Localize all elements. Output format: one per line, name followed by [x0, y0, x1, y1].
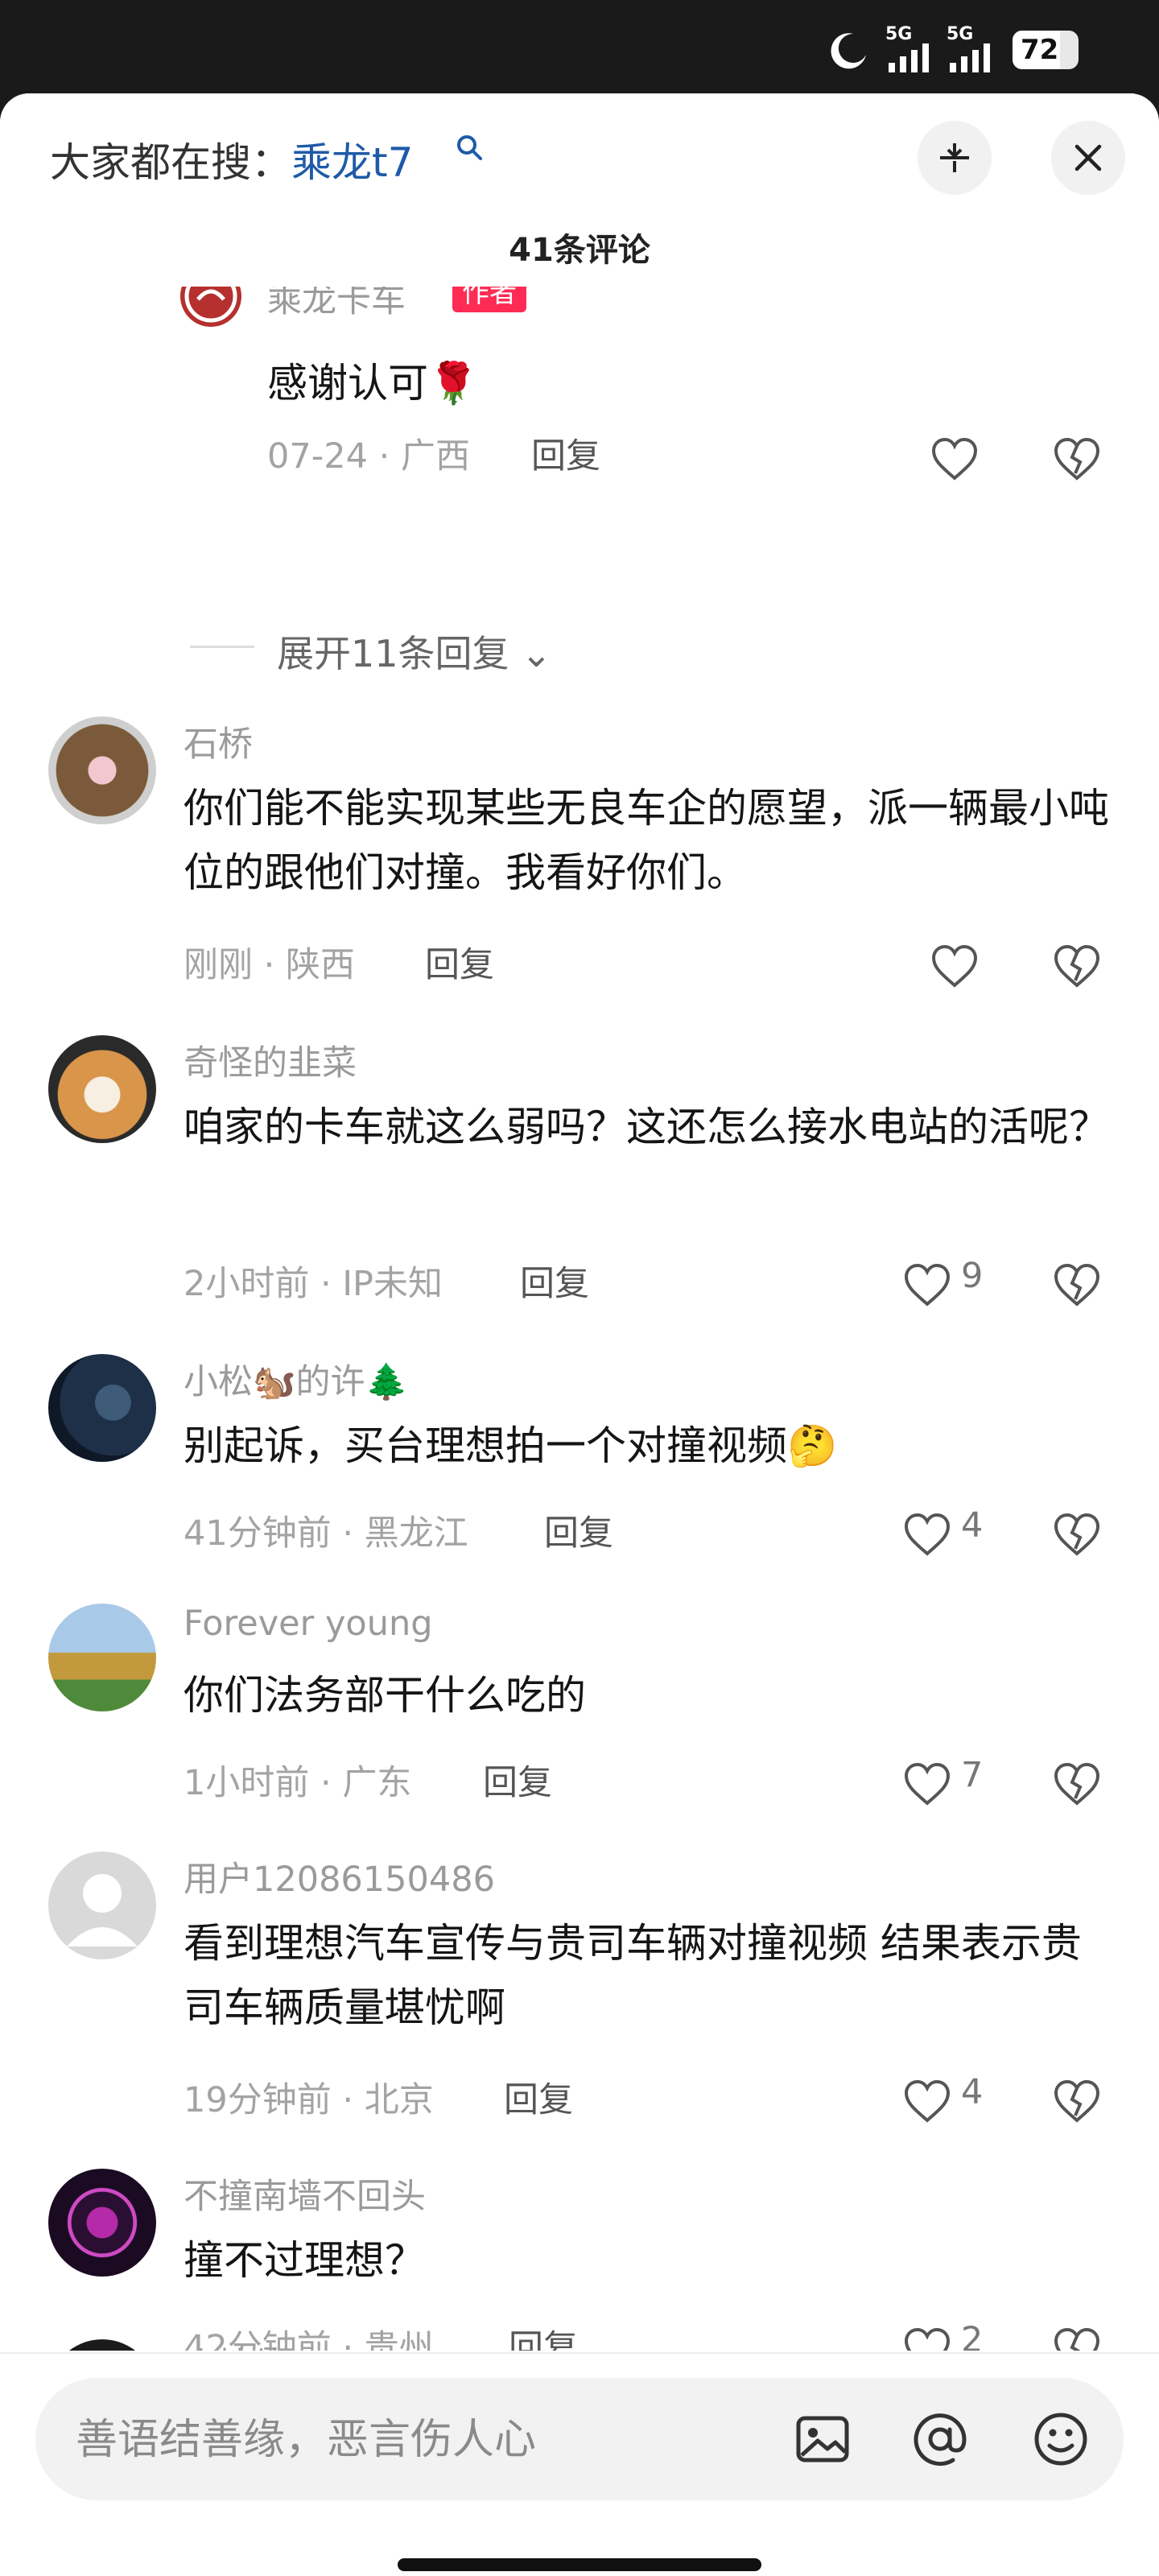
comment-meta: 07-24 · 广西 — [267, 436, 470, 477]
home-indicator — [398, 2558, 761, 2571]
username[interactable]: 小情绪 — [184, 2338, 287, 2351]
username[interactable]: 小松🐿️的许🌲 — [184, 1354, 408, 1404]
default-avatar-icon — [67, 1874, 138, 1946]
status-bar: 5G 5G 72 — [0, 0, 1159, 93]
comment-meta: 2小时前 · IP未知 — [184, 1264, 443, 1304]
dislike-icon[interactable] — [1053, 943, 1101, 989]
username[interactable]: Forever young — [184, 1604, 433, 1644]
reply-button[interactable]: 回复 — [504, 2072, 573, 2122]
comment-meta: 19分钟前 · 北京 — [184, 2080, 434, 2120]
comment-meta: 1小时前 · 广东 — [184, 1763, 412, 1803]
dislike-icon[interactable] — [1053, 436, 1101, 481]
comment-item: 石桥 你们能不能实现某些无良车企的愿望，派一辆最小吨位的跟他们对撞。我看好你们。… — [0, 716, 1159, 998]
avatar[interactable] — [48, 2169, 156, 2277]
dislike-icon[interactable] — [1053, 1512, 1101, 1557]
mention-icon[interactable] — [909, 2409, 971, 2470]
avatar[interactable] — [180, 287, 241, 327]
brand-logo-icon — [184, 287, 237, 323]
comment-input-bar — [0, 2352, 1159, 2576]
like-icon[interactable] — [903, 1761, 951, 1806]
comment-input[interactable] — [74, 2407, 745, 2473]
reply-button[interactable]: 回复 — [531, 428, 600, 478]
reply-button[interactable]: 回复 — [544, 1505, 613, 1555]
comment-text: 你们法务部干什么吃的 — [184, 1672, 586, 1719]
moon-icon — [831, 33, 866, 69]
reply-button[interactable]: 回复 — [520, 1256, 589, 1306]
reply-button[interactable]: 回复 — [425, 937, 494, 987]
emoji-icon[interactable] — [1030, 2409, 1091, 2470]
collapse-button[interactable] — [918, 121, 992, 195]
comment-header: 大家都在搜：乘龙t7 41条评论 — [0, 93, 1159, 287]
username[interactable]: 乘龙卡车 — [267, 287, 406, 322]
search-icon[interactable] — [456, 134, 483, 161]
like-count: 7 — [961, 1755, 984, 1795]
collapse-icon — [940, 143, 969, 172]
expand-divider — [190, 646, 254, 648]
comment-item: 用户12086150486 看到理想汽车宣传与贵司车辆对撞视频 结果表示贵司车辆… — [0, 1852, 1159, 2133]
avatar[interactable] — [48, 1354, 156, 1462]
author-badge: 作者 — [452, 287, 526, 312]
like-count: 9 — [961, 1256, 984, 1296]
dislike-icon[interactable] — [1053, 2079, 1101, 2124]
comment-item: 小松🐿️的许🌲 别起诉，买台理想拍一个对撞视频🤔 41分钟前 · 黑龙江 回复 … — [0, 1354, 1159, 1571]
dislike-icon[interactable] — [1053, 1262, 1101, 1307]
comment-item: 小情绪 — [0, 2331, 1159, 2351]
username[interactable]: 石桥 — [184, 716, 253, 766]
close-button[interactable] — [1051, 121, 1125, 195]
dislike-icon[interactable] — [1053, 1761, 1101, 1806]
comment-text: 撞不过理想？ — [184, 2237, 425, 2284]
expand-replies-button[interactable]: 展开11条回复 ⌄ — [277, 625, 552, 678]
trending-search-keyword[interactable]: 乘龙t7 — [291, 139, 413, 186]
battery-percent: 72 — [1021, 34, 1059, 66]
avatar[interactable] — [48, 2339, 156, 2351]
comment-text: 看到理想汽车宣传与贵司车辆对撞视频 结果表示贵司车辆质量堪忧啊 — [184, 1920, 1082, 2031]
signal-icon: 5G — [884, 24, 942, 74]
comment-item: 奇怪的韭菜 咱家的卡车就这么弱吗？这还怎么接水电站的活呢？ 2小时前 · IP未… — [0, 1035, 1159, 1317]
comment-sheet: 大家都在搜：乘龙t7 41条评论 乘龙卡车 作者 感谢认可🌹 07-24 · 广… — [0, 93, 1159, 2576]
comment-item: Forever young 你们法务部干什么吃的 1小时前 · 广东 回复 7 — [0, 1604, 1159, 1821]
comment-meta: 刚刚 · 陕西 — [184, 945, 356, 985]
username[interactable]: 用户12086150486 — [184, 1852, 495, 1901]
signal-icon-2: 5G — [945, 24, 1003, 74]
network-type-label: 5G — [885, 24, 913, 44]
like-icon[interactable] — [903, 1262, 951, 1307]
trending-search[interactable]: 大家都在搜：乘龙t7 — [50, 130, 413, 188]
like-count: 4 — [961, 2072, 984, 2112]
image-icon[interactable] — [792, 2409, 853, 2470]
comment-text: 你们能不能实现某些无良车企的愿望，派一辆最小吨位的跟他们对撞。我看好你们。 — [184, 785, 1109, 896]
like-icon[interactable] — [903, 1512, 951, 1557]
avatar[interactable] — [48, 1035, 156, 1143]
like-icon[interactable] — [930, 943, 979, 989]
network-type-label-2: 5G — [947, 24, 974, 44]
comment-text: 感谢认可🌹 — [267, 360, 479, 407]
username[interactable]: 奇怪的韭菜 — [184, 1035, 357, 1085]
trending-search-prefix: 大家都在搜： — [50, 139, 291, 186]
comment-text: 别起诉，买台理想拍一个对撞视频🤔 — [184, 1422, 838, 1469]
battery-icon: 72 — [1013, 31, 1079, 69]
comment-list[interactable]: 乘龙卡车 作者 感谢认可🌹 07-24 · 广西 回复 展开11条回复 ⌄ 石桥… — [0, 287, 1159, 2351]
reply-button[interactable]: 回复 — [483, 1755, 552, 1805]
comment-input-pill[interactable] — [35, 2378, 1124, 2500]
comment-text: 咱家的卡车就这么弱吗？这还怎么接水电站的活呢？ — [184, 1104, 1109, 1150]
like-icon[interactable] — [930, 436, 979, 481]
comment-count-title: 41条评论 — [509, 232, 650, 269]
avatar[interactable] — [48, 716, 156, 824]
like-icon[interactable] — [903, 2079, 951, 2124]
like-count: 4 — [961, 1505, 984, 1546]
avatar[interactable] — [48, 1852, 156, 1959]
author-reply: 乘龙卡车 作者 感谢认可🌹 07-24 · 广西 回复 展开11条回复 ⌄ — [0, 287, 1159, 675]
avatar[interactable] — [48, 1604, 156, 1711]
comment-meta: 41分钟前 · 黑龙江 — [184, 1513, 468, 1554]
comment-item: 不撞南墙不回头 撞不过理想？ 42分钟前 · 贵州 回复 2 — [0, 2169, 1159, 2351]
close-icon — [1074, 144, 1102, 171]
username[interactable]: 不撞南墙不回头 — [184, 2169, 426, 2219]
